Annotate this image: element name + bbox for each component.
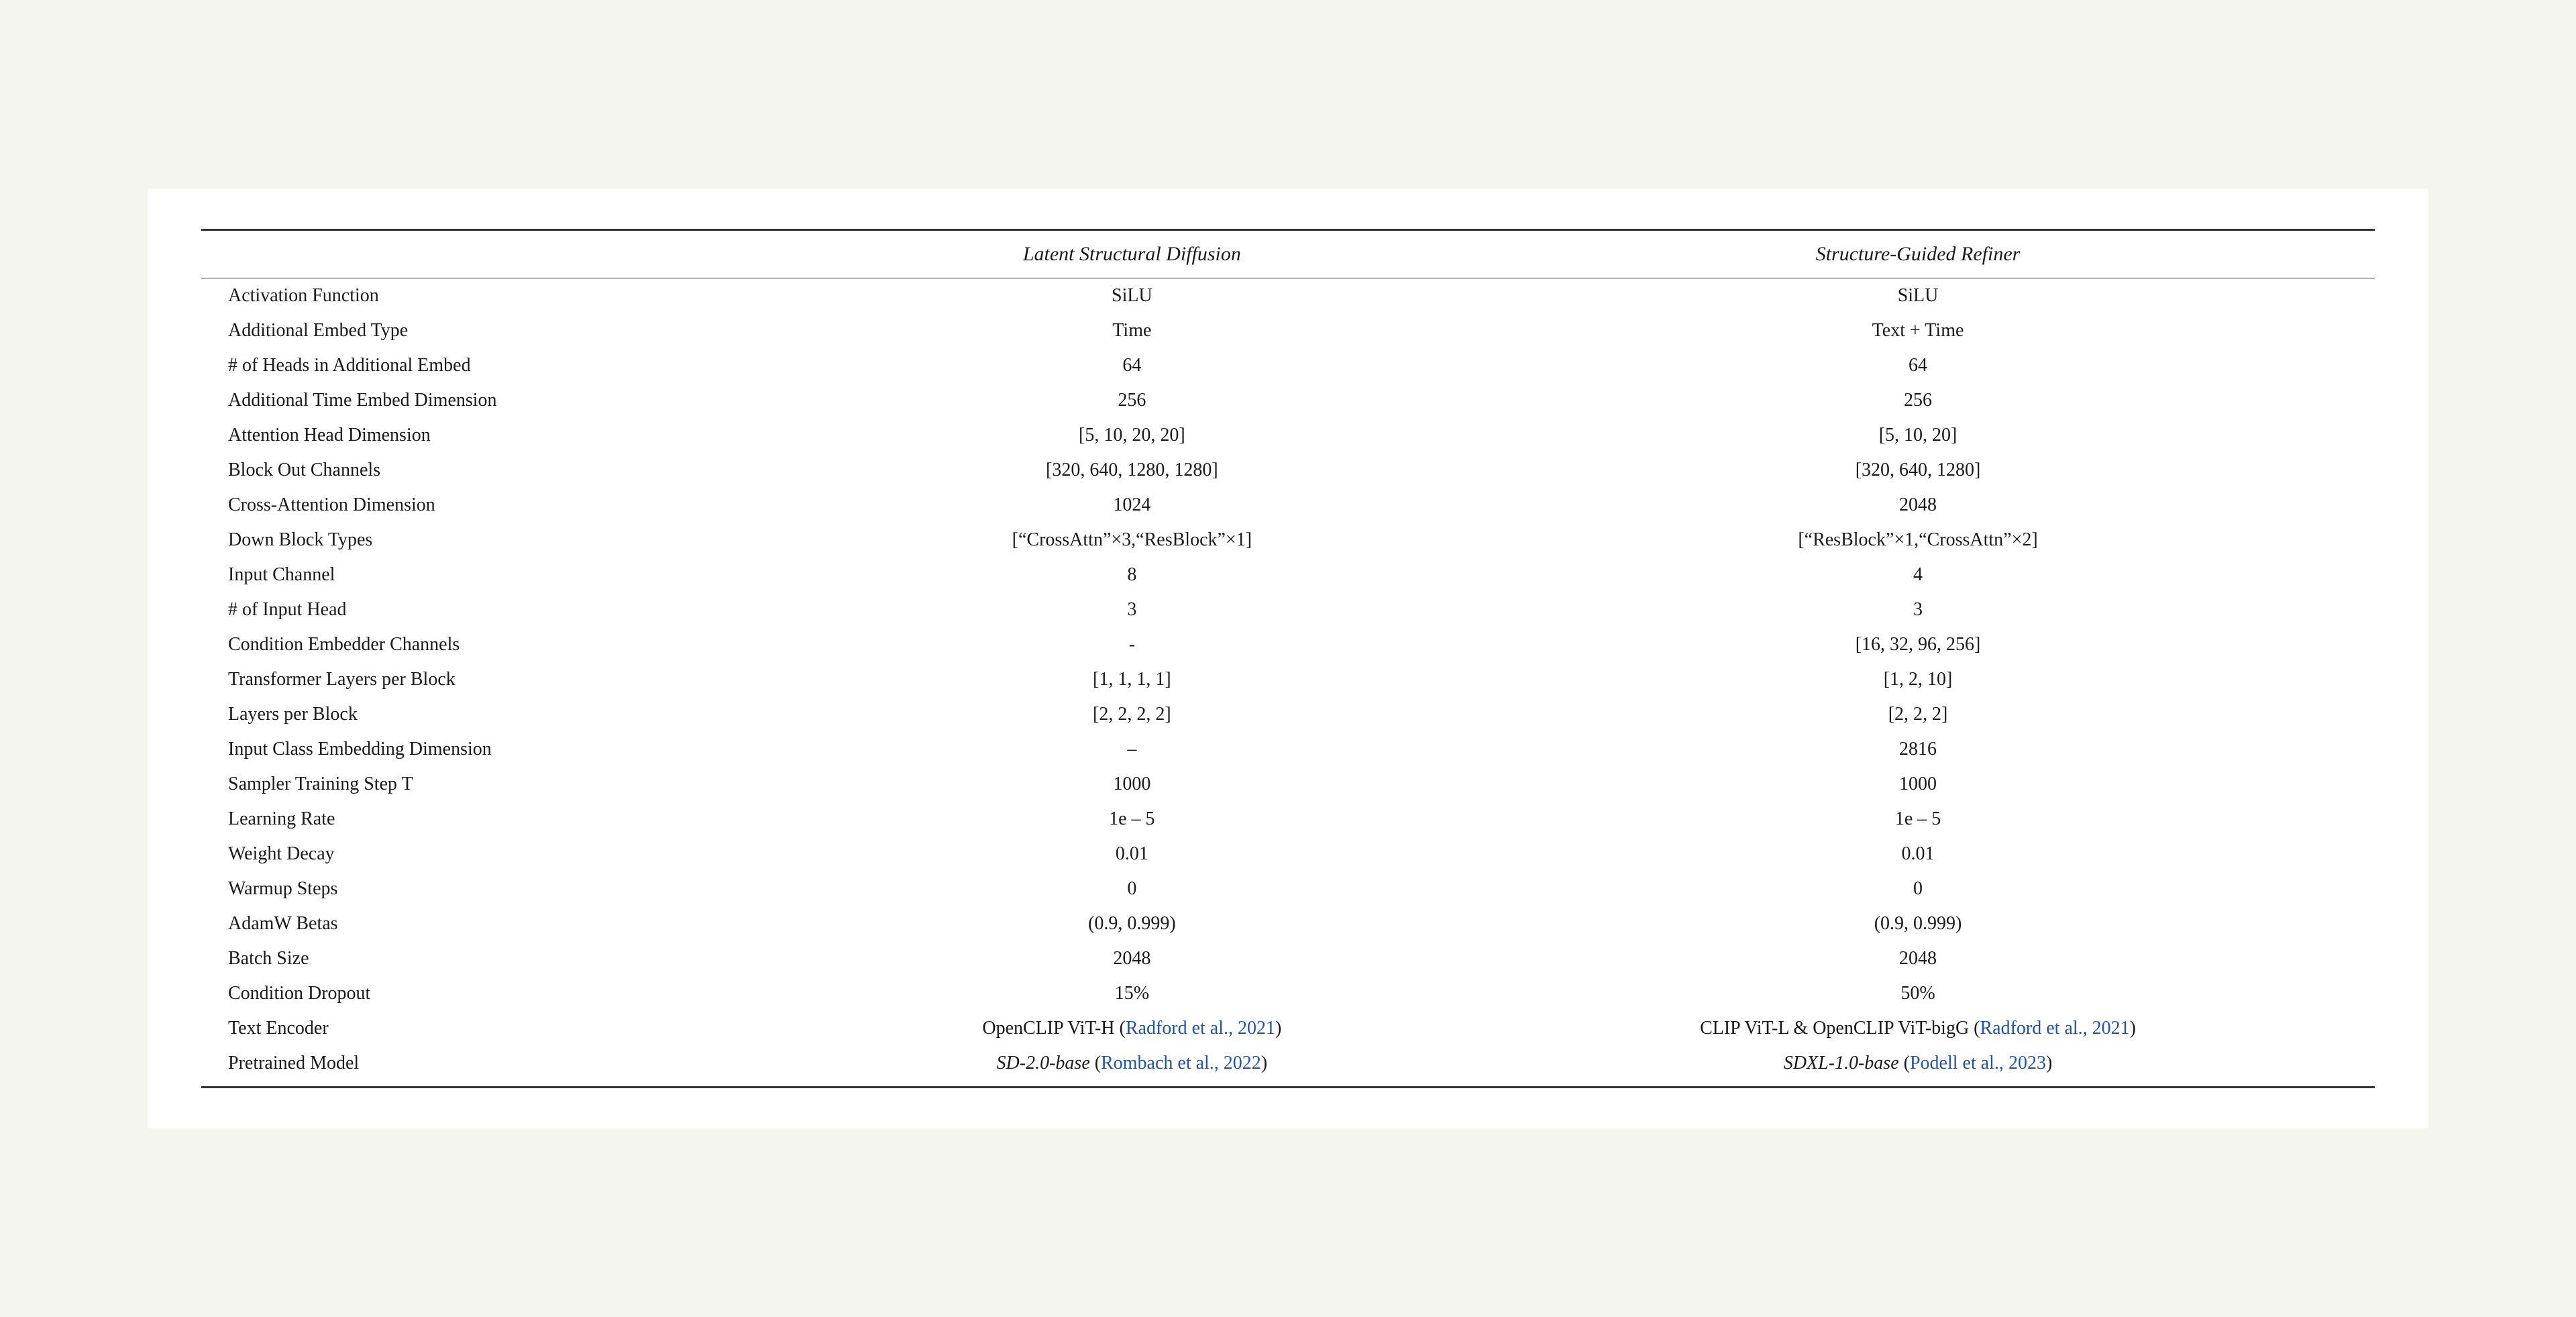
row-sgr-value: 0 [1461,872,2375,906]
row-lsd-value: [2, 2, 2, 2] [803,697,1461,732]
row-property: # of Input Head [201,592,803,627]
row-property: Condition Embedder Channels [201,627,803,662]
row-property: Weight Decay [201,837,803,872]
row-lsd-value: [1, 1, 1, 1] [803,662,1461,697]
row-sgr-value: [16, 32, 96, 256] [1461,627,2375,662]
row-lsd-value: – [803,732,1461,767]
row-sgr-value: 0.01 [1461,837,2375,872]
row-sgr-value: 4 [1461,558,2375,592]
row-lsd-value: 15% [803,976,1461,1011]
row-property: Cross-Attention Dimension [201,488,803,523]
row-sgr-value: 2048 [1461,941,2375,976]
row-lsd-value: 0.01 [803,837,1461,872]
row-property: Transformer Layers per Block [201,662,803,697]
row-property: AdamW Betas [201,906,803,941]
row-property: Warmup Steps [201,872,803,906]
row-property: Text Encoder [201,1011,803,1046]
row-sgr-value: (0.9, 0.999) [1461,906,2375,941]
row-lsd-value: Time [803,313,1461,348]
row-lsd-value: 1e – 5 [803,802,1461,837]
row-lsd-value: 8 [803,558,1461,592]
row-sgr-value: CLIP ViT-L & OpenCLIP ViT-bigG (Radford … [1461,1011,2375,1046]
row-sgr-value: 2816 [1461,732,2375,767]
row-sgr-value: [5, 10, 20] [1461,418,2375,453]
row-property: Learning Rate [201,802,803,837]
row-property: Attention Head Dimension [201,418,803,453]
row-lsd-value: [320, 640, 1280, 1280] [803,453,1461,488]
row-lsd-value: - [803,627,1461,662]
row-sgr-value: [1, 2, 10] [1461,662,2375,697]
row-property: Activation Function [201,278,803,314]
table-container: Latent Structural Diffusion Structure-Gu… [148,189,2428,1128]
row-sgr-value: [“ResBlock”×1,“CrossAttn”×2] [1461,523,2375,558]
row-property: Input Class Embedding Dimension [201,732,803,767]
row-property: Condition Dropout [201,976,803,1011]
row-property: # of Heads in Additional Embed [201,348,803,383]
row-sgr-value: 3 [1461,592,2375,627]
row-sgr-value: [320, 640, 1280] [1461,453,2375,488]
row-sgr-value: 2048 [1461,488,2375,523]
row-lsd-value: SD-2.0-base (Rombach et al., 2022) [803,1046,1461,1088]
row-property: Block Out Channels [201,453,803,488]
col-header-sgr: Structure-Guided Refiner [1461,230,2375,278]
col-header-lsd: Latent Structural Diffusion [803,230,1461,278]
row-lsd-value: [“CrossAttn”×3,“ResBlock”×1] [803,523,1461,558]
row-property: Down Block Types [201,523,803,558]
row-lsd-value: 64 [803,348,1461,383]
row-sgr-value: 50% [1461,976,2375,1011]
row-lsd-value: 1024 [803,488,1461,523]
row-property: Layers per Block [201,697,803,732]
row-lsd-value: 3 [803,592,1461,627]
row-sgr-value: 1e – 5 [1461,802,2375,837]
row-sgr-value: Text + Time [1461,313,2375,348]
comparison-table: Latent Structural Diffusion Structure-Gu… [201,229,2375,1088]
row-sgr-value: SiLU [1461,278,2375,314]
row-lsd-value: 0 [803,872,1461,906]
row-lsd-value: (0.9, 0.999) [803,906,1461,941]
row-lsd-value: [5, 10, 20, 20] [803,418,1461,453]
row-property: Input Channel [201,558,803,592]
row-sgr-value: 64 [1461,348,2375,383]
row-sgr-value: 256 [1461,383,2375,418]
row-lsd-value: SiLU [803,278,1461,314]
row-lsd-value: 2048 [803,941,1461,976]
row-property: Additional Embed Type [201,313,803,348]
row-lsd-value: 1000 [803,767,1461,802]
row-sgr-value: SDXL-1.0-base (Podell et al., 2023) [1461,1046,2375,1088]
row-property: Sampler Training Step T [201,767,803,802]
row-sgr-value: [2, 2, 2] [1461,697,2375,732]
col-header-property [201,230,803,278]
row-sgr-value: 1000 [1461,767,2375,802]
row-property: Additional Time Embed Dimension [201,383,803,418]
row-lsd-value: 256 [803,383,1461,418]
row-property: Pretrained Model [201,1046,803,1088]
row-lsd-value: OpenCLIP ViT-H (Radford et al., 2021) [803,1011,1461,1046]
row-property: Batch Size [201,941,803,976]
